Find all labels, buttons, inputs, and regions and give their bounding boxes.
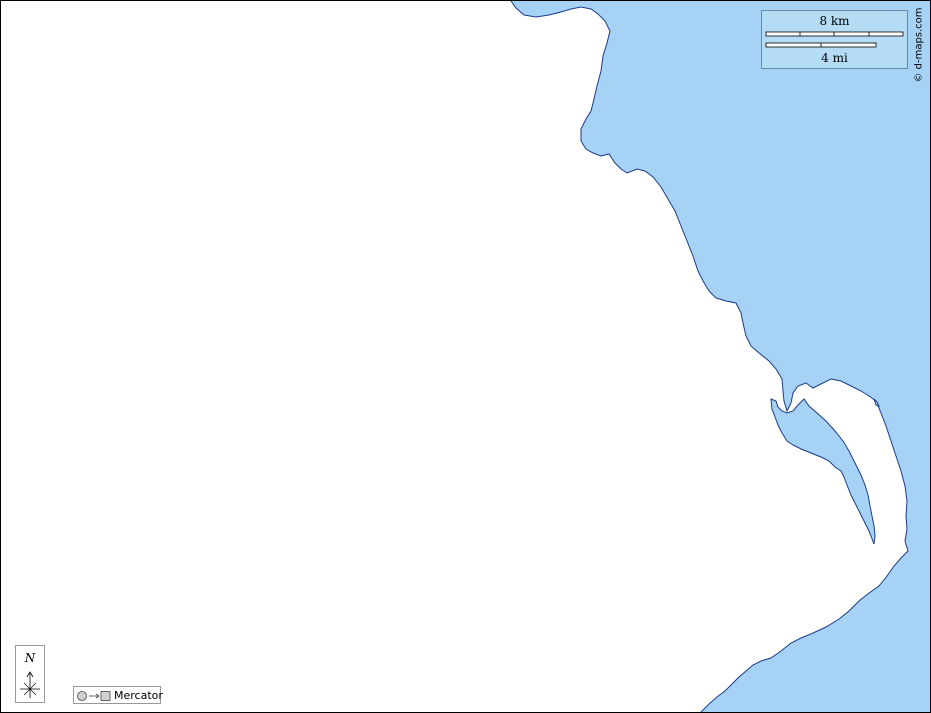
projection-label: Mercator — [114, 689, 163, 702]
credit-text: © d-maps.com — [913, 7, 925, 83]
scale-bar: 8 km 4 mi — [761, 10, 908, 69]
sea — [511, 1, 930, 712]
compass-rose-icon — [20, 671, 40, 698]
map-canvas — [510, 1, 930, 712]
globe-to-plane-icon — [77, 691, 111, 701]
coastal-lagoon — [770, 398, 876, 545]
projection-legend: Mercator — [73, 686, 163, 704]
map-frame: 8 km 4 mi © d-maps.com N Mercator — [0, 0, 931, 713]
credit: © d-maps.com — [909, 5, 929, 85]
compass: N — [15, 645, 45, 703]
scale-bar-km — [765, 31, 904, 37]
scale-label-mi: 4 mi — [821, 51, 848, 65]
